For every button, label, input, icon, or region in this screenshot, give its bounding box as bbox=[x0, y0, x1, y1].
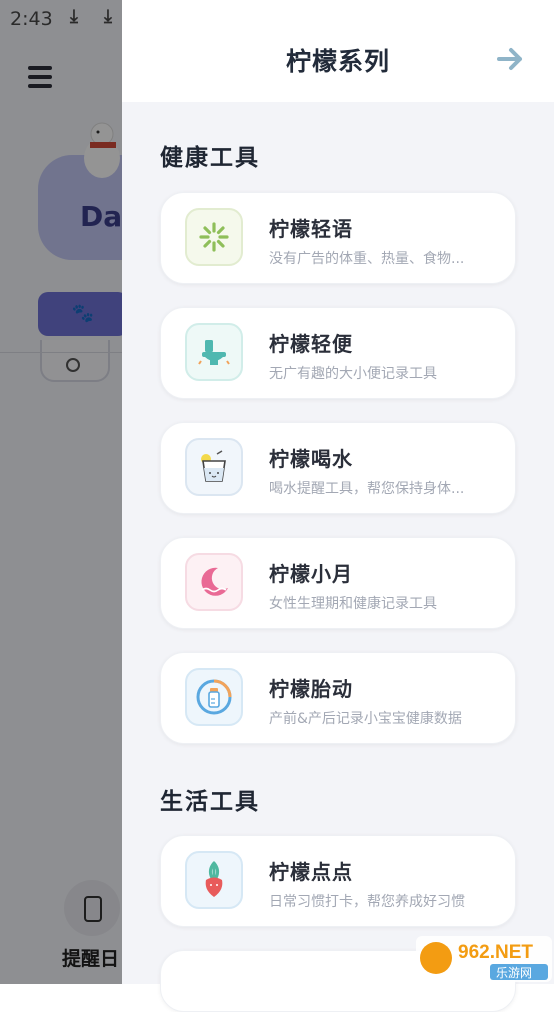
toilet-icon bbox=[185, 323, 243, 381]
download-icon: ⤓ bbox=[70, 6, 78, 27]
arrow-right-icon[interactable] bbox=[496, 44, 526, 74]
app-card-lemon-qingbian[interactable]: 柠檬轻便 无广有趣的大小便记录工具 bbox=[160, 307, 516, 399]
app-description: 女性生理期和健康记录工具 bbox=[269, 596, 437, 612]
app-card-lemon-qingyu[interactable]: 柠檬轻语 没有广告的体重、热量、食物... bbox=[160, 192, 516, 284]
app-name: 柠檬轻便 bbox=[269, 332, 353, 356]
app-description: 喝水提醒工具，帮您保持身体... bbox=[269, 481, 465, 497]
app-name: 柠檬喝水 bbox=[269, 447, 353, 471]
radish-icon bbox=[185, 851, 243, 909]
watermark-subtext: 乐游网 bbox=[496, 966, 532, 980]
app-name: 柠檬小月 bbox=[269, 562, 353, 586]
baby-bottle-icon bbox=[185, 668, 243, 726]
watermark-logo: 962.NET 乐游网 bbox=[416, 936, 552, 982]
app-description: 无广有趣的大小便记录工具 bbox=[269, 366, 437, 382]
drawer-title: 柠檬系列 bbox=[285, 47, 390, 76]
section-title-health: 健康工具 bbox=[160, 145, 260, 171]
drawer-header: 柠檬系列 bbox=[122, 0, 554, 102]
app-description: 产前&产后记录小宝宝健康数据 bbox=[269, 711, 462, 727]
watermark-text: 962.NET bbox=[458, 942, 533, 963]
app-name: 柠檬点点 bbox=[269, 860, 353, 884]
lemon-series-drawer: 柠檬系列 健康工具 柠檬轻语 没有广告的体重、热量、食物... 柠檬轻便 无广有… bbox=[122, 0, 554, 1012]
app-name: 柠檬胎动 bbox=[269, 677, 353, 701]
section-title-life: 生活工具 bbox=[160, 789, 260, 815]
app-card-lemon-xiaoyue[interactable]: 柠檬小月 女性生理期和健康记录工具 bbox=[160, 537, 516, 629]
app-description: 日常习惯打卡，帮您养成好习惯 bbox=[269, 894, 465, 910]
app-card-lemon-taidong[interactable]: 柠檬胎动 产前&产后记录小宝宝健康数据 bbox=[160, 652, 516, 744]
app-name: 柠檬轻语 bbox=[269, 217, 353, 241]
status-time: 2:43 bbox=[10, 8, 53, 30]
app-card-lemon-heshui[interactable]: 柠檬喝水 喝水提醒工具，帮您保持身体... bbox=[160, 422, 516, 514]
moon-icon bbox=[185, 553, 243, 611]
lemon-slice-icon bbox=[185, 208, 243, 266]
app-card-lemon-diandian[interactable]: 柠檬点点 日常习惯打卡，帮您养成好习惯 bbox=[160, 835, 516, 927]
water-glass-icon bbox=[185, 438, 243, 496]
app-description: 没有广告的体重、热量、食物... bbox=[269, 251, 465, 267]
download-icon: ⤓ bbox=[104, 6, 112, 27]
